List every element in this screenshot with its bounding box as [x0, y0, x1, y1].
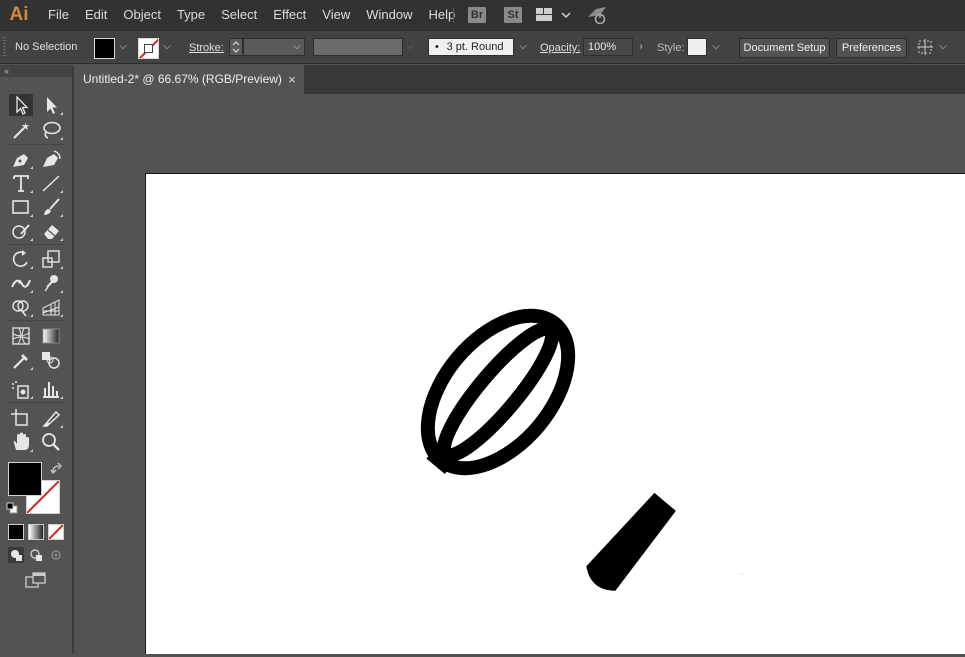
style-label: Style: [657, 42, 685, 54]
rectangle-tool[interactable] [9, 196, 33, 218]
fill-color-box[interactable] [8, 462, 42, 496]
menu-separator [453, 7, 454, 23]
menu-file[interactable]: File [40, 0, 77, 30]
stroke-weight-dropdown-arrow[interactable]: ⌵ [291, 38, 303, 56]
artboard[interactable] [145, 173, 965, 654]
brush-dropdown-arrow[interactable]: ⌵ [517, 38, 529, 56]
paintbrush-tool[interactable] [39, 196, 63, 218]
opacity-arrow[interactable]: › [635, 38, 647, 56]
slice-tool[interactable] [39, 407, 63, 429]
document-tab[interactable]: Untitled-2* @ 66.67% (RGB/Preview) [74, 65, 304, 94]
gradient-mode-button[interactable] [28, 524, 44, 540]
fill-swatch[interactable] [94, 38, 115, 59]
selection-status: No Selection [15, 41, 78, 53]
control-bar-grip[interactable] [3, 37, 6, 57]
menu-bar: Ai File Edit Object Type Select Effect V… [0, 0, 965, 30]
graphic-style-swatch[interactable] [687, 38, 707, 56]
eyedropper-tool[interactable] [9, 349, 33, 371]
swap-fill-stroke-icon[interactable] [50, 462, 64, 476]
stroke-swatch[interactable] [138, 38, 159, 59]
stray-dot [741, 573, 743, 575]
scale-tool[interactable] [39, 248, 63, 270]
stroke-label-text[interactable]: Stroke: [189, 42, 224, 54]
symbol-sprayer-tool[interactable] [9, 378, 33, 400]
zoom-tool[interactable] [39, 431, 63, 453]
stroke-label[interactable]: Stroke: [189, 32, 224, 64]
menu-items: File Edit Object Type Select Effect View… [40, 0, 463, 30]
selection-tool[interactable] [9, 94, 33, 116]
tools-separator [6, 320, 66, 321]
default-fill-stroke-icon[interactable] [6, 502, 18, 514]
close-tab-icon[interactable]: × [285, 65, 299, 94]
workspace-switcher[interactable] [536, 8, 572, 22]
opacity-label[interactable]: Opacity: [540, 32, 580, 64]
hand-tool[interactable] [9, 431, 33, 453]
brush-dot-icon: • [435, 41, 439, 53]
menu-select[interactable]: Select [213, 0, 265, 30]
screen-mode-button[interactable] [24, 571, 48, 591]
arrange-documents-icon[interactable] [916, 38, 934, 56]
artboard-tool[interactable] [9, 407, 33, 429]
none-mode-button[interactable] [48, 524, 64, 540]
eraser-tool[interactable] [39, 220, 63, 242]
tools-separator [6, 244, 66, 245]
width-tool[interactable] [9, 272, 33, 294]
menu-window[interactable]: Window [358, 0, 420, 30]
brush-label: 3 pt. Round [446, 41, 504, 53]
gradient-tool[interactable] [39, 325, 63, 347]
lasso-tool[interactable] [39, 119, 63, 141]
collapse-icon[interactable]: « [4, 65, 9, 77]
mesh-tool[interactable] [9, 325, 33, 347]
opacity-label-text[interactable]: Opacity: [540, 42, 580, 54]
column-graph-tool[interactable] [39, 378, 63, 400]
color-mode-button[interactable] [8, 524, 24, 540]
whisk-icon[interactable] [146, 174, 965, 654]
rotate-tool[interactable] [9, 248, 33, 270]
style-dropdown-arrow[interactable]: ⌵ [710, 38, 722, 56]
bridge-button[interactable]: Br [468, 7, 486, 23]
fill-dropdown-arrow[interactable]: ⌵ [117, 38, 129, 56]
menu-view[interactable]: View [314, 0, 358, 30]
blend-tool[interactable] [39, 349, 63, 371]
draw-behind-button[interactable] [28, 547, 44, 563]
tools-separator [6, 144, 66, 145]
arrange-dropdown-arrow[interactable]: ⌵ [937, 38, 949, 56]
menu-help[interactable]: Help [420, 0, 463, 30]
line-segment-tool[interactable] [39, 172, 63, 194]
menu-object[interactable]: Object [115, 0, 169, 30]
stroke-weight-stepper[interactable] [229, 38, 243, 56]
opacity-input[interactable]: 100% [583, 38, 633, 56]
puppet-warp-tool[interactable] [39, 272, 63, 294]
menu-type[interactable]: Type [169, 0, 213, 30]
type-tool[interactable] [9, 172, 33, 194]
stock-button[interactable]: St [504, 7, 522, 23]
brush-definition[interactable]: • 3 pt. Round [428, 38, 514, 56]
perspective-grid-tool[interactable] [39, 296, 63, 318]
shape-builder-tool[interactable] [9, 296, 33, 318]
direct-selection-tool[interactable] [39, 94, 63, 116]
variable-width-profile[interactable] [313, 38, 403, 56]
tools-panel-header[interactable]: « [0, 65, 72, 77]
curvature-tool[interactable] [39, 148, 63, 170]
magic-wand-tool[interactable] [9, 119, 33, 141]
shaper-tool[interactable] [9, 220, 33, 242]
stroke-swatch-dropdown-arrow[interactable]: ⌵ [161, 38, 173, 56]
menu-effect[interactable]: Effect [265, 0, 314, 30]
draw-normal-button[interactable] [8, 547, 24, 563]
draw-inside-button[interactable] [48, 547, 64, 563]
menu-edit[interactable]: Edit [77, 0, 115, 30]
pen-tool[interactable] [9, 148, 33, 170]
tools-separator [6, 402, 66, 403]
none-slash-icon [49, 525, 63, 539]
preferences-button[interactable]: Preferences [836, 38, 907, 58]
variable-width-dropdown-arrow[interactable]: ⌵ [404, 38, 416, 56]
gpu-performance-icon[interactable] [586, 5, 608, 25]
document-setup-button[interactable]: Document Setup [739, 38, 830, 58]
app-logo: Ai [9, 4, 29, 25]
